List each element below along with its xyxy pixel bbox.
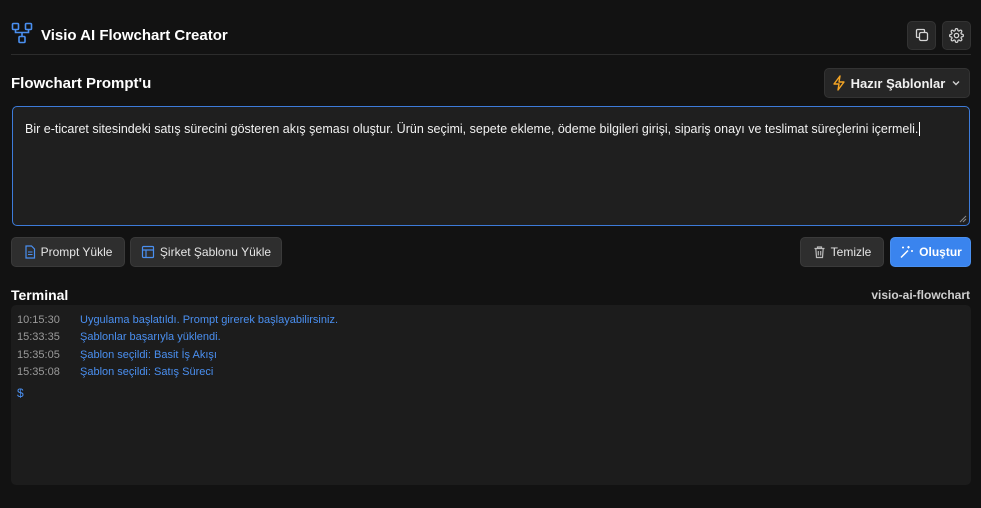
lightning-icon [832,75,845,91]
log-time: 15:33:35 [17,331,60,344]
header-brand: Visio AI Flowchart Creator [11,22,228,49]
log-row: 15:33:35 Şablonlar başarıyla yüklendi. [17,329,965,347]
copy-icon [915,28,928,42]
prompt-section-title: Flowchart Prompt'u [11,75,152,92]
load-prompt-label: Prompt Yükle [40,245,113,259]
prompt-textarea[interactable]: Bir e-ticaret sitesindeki satış sürecini… [12,106,970,226]
app-header: Visio AI Flowchart Creator [11,17,971,53]
log-message: Şablonlar başarıyla yüklendi. [80,331,221,344]
load-company-template-label: Şirket Şablonu Yükle [159,245,272,259]
settings-button[interactable] [942,20,971,50]
header-divider [11,54,971,55]
templates-label: Hazır Şablonlar [850,75,946,91]
clear-label: Temizle [830,245,872,259]
trash-icon [814,246,825,259]
log-time: 15:35:05 [17,348,60,361]
magic-wand-icon [900,246,914,259]
layout-icon [141,245,155,259]
file-icon [24,245,35,259]
clear-button[interactable]: Temizle [800,237,884,267]
terminal-title: Terminal [11,287,69,303]
load-prompt-button[interactable]: Prompt Yükle [11,237,125,267]
terminal-output: 10:15:30 Uygulama başlatıldı. Prompt gir… [11,305,971,485]
log-message: Şablon seçildi: Basit İş Akışı [80,348,217,361]
log-message: Uygulama başlatıldı. Prompt girerek başl… [80,313,338,326]
log-row: 10:15:30 Uygulama başlatıldı. Prompt gir… [17,311,965,329]
load-company-template-button[interactable]: Şirket Şablonu Yükle [130,237,282,267]
terminal-name: visio-ai-flowchart [871,288,970,302]
log-time: 15:35:08 [17,366,60,379]
log-row: 15:35:08 Şablon seçildi: Satış Süreci [17,364,965,382]
log-message: Şablon seçildi: Satış Süreci [80,366,214,379]
chevron-down-icon [952,81,960,86]
copy-button[interactable] [907,20,936,50]
app-title: Visio AI Flowchart Creator [41,26,228,44]
prompt-text: Bir e-ticaret sitesindeki satış sürecini… [25,122,919,136]
flowchart-icon [11,22,33,49]
create-button[interactable]: Oluştur [890,237,971,267]
log-row: 15:35:05 Şablon seçildi: Basit İş Akışı [17,346,965,364]
create-label: Oluştur [919,245,962,259]
templates-dropdown-button[interactable]: Hazır Şablonlar [824,68,970,98]
terminal-prompt[interactable]: $ [17,386,965,400]
resize-handle-icon[interactable] [959,215,967,223]
gear-icon [949,27,964,43]
log-time: 10:15:30 [17,313,60,326]
